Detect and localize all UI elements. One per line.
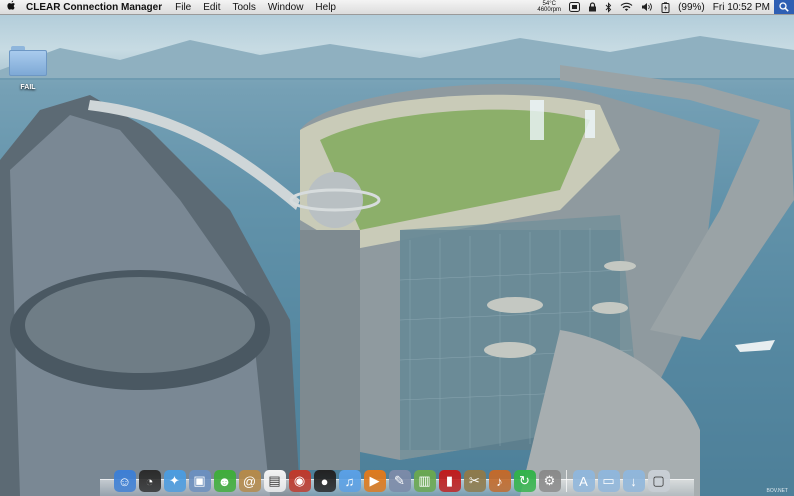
front-row-icon: ▶ [363, 470, 386, 492]
calendar-icon: ▤ [263, 470, 286, 492]
dock-item-address-book[interactable]: @ [238, 470, 261, 492]
dock-item-dashboard[interactable]: ◔ [138, 470, 161, 492]
wallpaper-credit: BOV.NET [766, 488, 789, 494]
folder-icon [9, 46, 47, 76]
desktop-wallpaper [0, 0, 794, 496]
trash-icon: ▢ [647, 470, 670, 492]
tools-icon: ✂ [463, 470, 486, 492]
system-monitor-readout[interactable]: 54°C 4600rpm [533, 1, 565, 13]
menu-bar: CLEAR Connection Manager File Edit Tools… [0, 0, 794, 15]
dock-item-tools[interactable]: ✂ [463, 470, 486, 492]
dock-item-chat[interactable]: ☻ [213, 470, 236, 492]
dock-item-preview[interactable]: ▣ [188, 470, 211, 492]
downloads-folder-icon: ↓ [622, 470, 645, 492]
dock-items: ☺ ◔ ✦ ▣ ☻ @ ▤ ◉ ● ♫ ▶ ✎ ▥ ▮ ✂ ♪ ↻ ⚙ A ▭ ↓ ▢ [112, 462, 671, 492]
menu-file[interactable]: File [169, 2, 197, 13]
dock-item-front-row[interactable]: ▶ [363, 470, 386, 492]
dock-item-applications-folder[interactable]: A [572, 470, 595, 492]
dock-item-safari[interactable]: ✦ [163, 470, 186, 492]
finder-icon: ☺ [113, 470, 136, 492]
wallpaper-city-illustration [0, 36, 794, 496]
dock-item-finder[interactable]: ☺ [113, 470, 136, 492]
chat-icon: ☻ [213, 470, 236, 492]
dock-item-guitar[interactable]: ♪ [488, 470, 511, 492]
dock-item-trash[interactable]: ▢ [647, 470, 670, 492]
documents-folder-icon: ▭ [597, 470, 620, 492]
activity-monitor-icon: ▥ [413, 470, 436, 492]
dock-item-documents-folder[interactable]: ▭ [597, 470, 620, 492]
photo-booth-icon: ◉ [288, 470, 311, 492]
address-book-icon: @ [238, 470, 261, 492]
menu-help[interactable]: Help [309, 2, 342, 13]
preview-icon: ▣ [188, 470, 211, 492]
dock-item-camera[interactable]: ● [313, 470, 336, 492]
dashboard-icon: ◔ [138, 470, 161, 492]
menu-tools[interactable]: Tools [226, 2, 261, 13]
battery-percentage[interactable]: (99%) [674, 2, 709, 13]
apple-menu-icon[interactable] [0, 0, 22, 14]
system-utility-icon: ⚙ [538, 470, 561, 492]
dock-item-itunes[interactable]: ♫ [338, 470, 361, 492]
pen-tool-icon: ✎ [388, 470, 411, 492]
itunes-icon: ♫ [338, 470, 361, 492]
dock-item-sync[interactable]: ↻ [513, 470, 536, 492]
desktop-folder-fail[interactable]: FAIL [8, 46, 48, 91]
lock-icon[interactable] [584, 2, 601, 12]
spotlight-search-icon[interactable] [774, 0, 794, 14]
applications-folder-icon: A [572, 470, 595, 492]
dock: ☺ ◔ ✦ ▣ ☻ @ ▤ ◉ ● ♫ ▶ ✎ ▥ ▮ ✂ ♪ ↻ ⚙ A ▭ ↓ ▢ [100, 462, 694, 496]
menu-edit[interactable]: Edit [197, 2, 226, 13]
dock-item-pen-tool[interactable]: ✎ [388, 470, 411, 492]
dock-item-downloads-folder[interactable]: ↓ [622, 470, 645, 492]
safari-icon: ✦ [163, 470, 186, 492]
dock-item-flash-card[interactable]: ▮ [438, 470, 461, 492]
guitar-icon: ♪ [488, 470, 511, 492]
dock-separator [566, 470, 567, 492]
menubar-clock[interactable]: Fri 10:52 PM [709, 2, 774, 13]
camera-icon: ● [313, 470, 336, 492]
sync-icon: ↻ [513, 470, 536, 492]
fan-speed: 4600rpm [537, 7, 562, 13]
dock-item-photo-booth[interactable]: ◉ [288, 470, 311, 492]
battery-icon[interactable] [657, 1, 674, 13]
wifi-icon[interactable] [616, 2, 637, 12]
menu-extras: 54°C 4600rpm (99%) Fri 10:52 PM [533, 0, 794, 14]
desktop-folder-label: FAIL [20, 84, 36, 91]
clear-status-icon[interactable] [565, 2, 584, 12]
menu-window[interactable]: Window [262, 2, 310, 13]
volume-icon[interactable] [637, 2, 657, 12]
dock-item-calendar[interactable]: ▤ [263, 470, 286, 492]
dock-item-system-utility[interactable]: ⚙ [538, 470, 561, 492]
dock-item-activity-monitor[interactable]: ▥ [413, 470, 436, 492]
bluetooth-icon[interactable] [601, 1, 616, 13]
app-name-menu[interactable]: CLEAR Connection Manager [22, 2, 169, 13]
flash-card-icon: ▮ [438, 470, 461, 492]
